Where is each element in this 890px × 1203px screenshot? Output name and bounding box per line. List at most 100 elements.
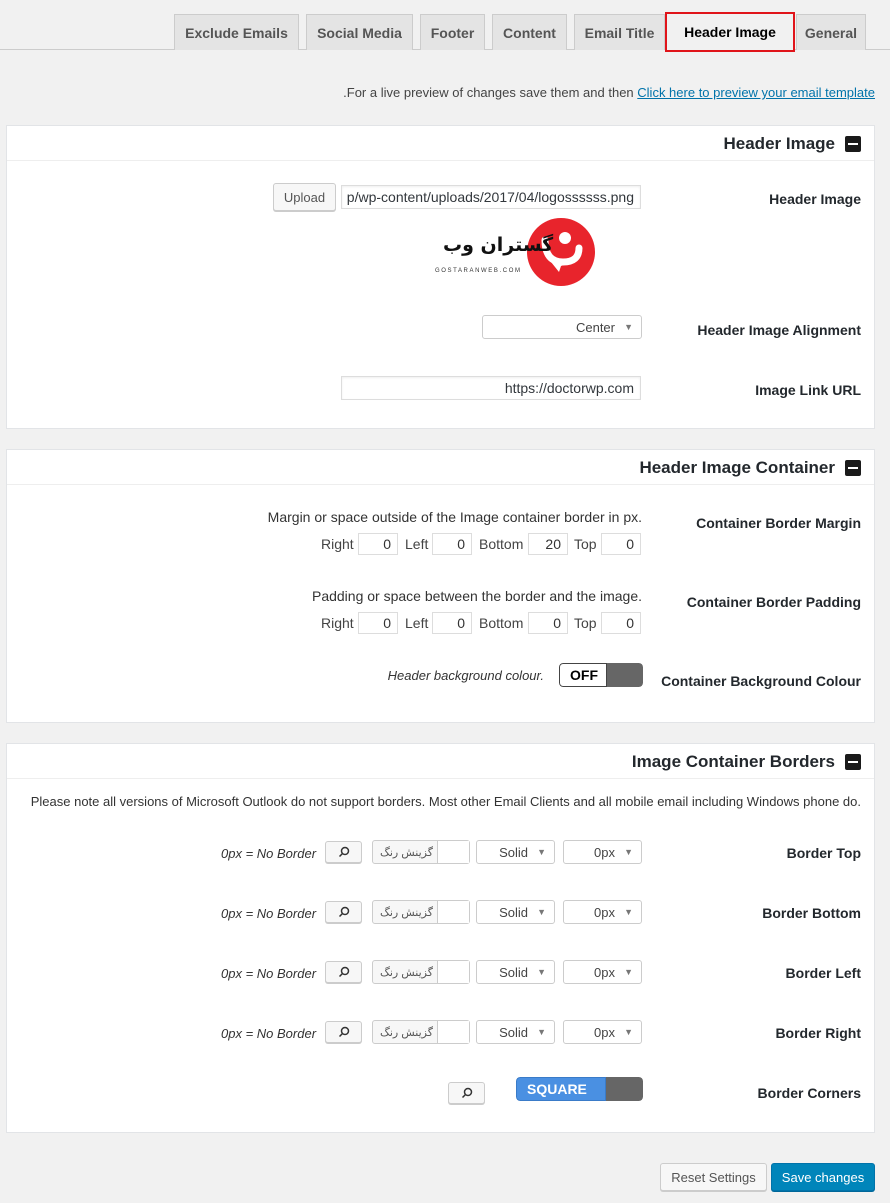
border-row-label: Border Left [785,965,861,981]
border-size-select[interactable]: 0px ▼ [563,1020,642,1044]
margin-desc-text: Margin or space outside of the Image con… [267,509,642,525]
margin-bottom-input[interactable]: 20 [528,533,568,555]
panel-title: Header Image Container [639,458,835,477]
tab-email-title[interactable]: Email Title [574,14,665,50]
search-icon[interactable] [325,1021,362,1043]
color-swatch-box [437,961,469,983]
border-size-select[interactable]: 0px ▼ [563,960,642,984]
settings-tabs: Exclude Emails Social Media Footer Conte… [0,12,890,52]
search-icon[interactable] [325,841,362,863]
padding-desc-text: Padding or space between the border and … [311,588,642,604]
border-row-label: Border Bottom [762,905,861,921]
padding-left-label: Left [405,615,429,631]
border-style-select[interactable]: Solid ▼ [476,900,555,924]
color-pick-label: گزینش رنگ [380,967,433,979]
panel-header: Header Image Container [7,450,874,485]
panel-header: Image Container Borders [7,744,874,779]
border-size-value: 0px [594,1024,615,1040]
tab-general[interactable]: General [796,14,866,50]
bg-colour-toggle[interactable]: OFF [559,663,643,687]
margin-right-input[interactable]: 0 [358,533,398,555]
border-style-value: Solid [499,964,528,980]
image-container-panel: Header Image Container Container Border … [6,449,875,723]
header-image-panel: Header Image Header Image Upload p/wp-co… [6,125,875,429]
chevron-down-icon: ▼ [537,1027,546,1037]
collapse-icon[interactable] [845,136,861,152]
border-style-select[interactable]: Solid ▼ [476,840,555,864]
logo-subtext: GOSTARANWEB.COM [435,268,522,274]
border-color-picker[interactable]: گزینش رنگ [372,840,470,864]
chevron-down-icon: ▼ [624,322,633,332]
tab-social-media[interactable]: Social Media [306,14,413,50]
border-color-picker[interactable]: گزینش رنگ [372,1020,470,1044]
bg-colour-label: Container Background Colour [661,673,861,689]
padding-left-input[interactable]: 0 [432,612,472,634]
border-style-select[interactable]: Solid ▼ [476,960,555,984]
margin-top-label: Top [574,536,597,552]
collapse-icon[interactable] [845,460,861,476]
color-pick-label: گزینش رنگ [380,847,433,859]
tab-exclude-emails[interactable]: Exclude Emails [174,14,299,50]
color-pick-label: گزینش رنگ [380,1027,433,1039]
image-url-value: p/wp-content/uploads/2017/04/logossssss.… [346,189,634,205]
chevron-down-icon: ▼ [624,847,633,857]
margin-description: Margin or space outside of the Image con… [268,509,642,525]
tab-header-image[interactable]: Header Image [665,12,795,52]
alignment-value: Center [575,319,615,335]
margin-right-label: Right [321,536,354,552]
collapse-icon[interactable] [845,754,861,770]
border-style-value: Solid [499,1024,528,1040]
search-icon[interactable] [325,901,362,923]
border-size-value: 0px [594,844,615,860]
toggle-label: SQUARE [516,1077,606,1101]
search-icon[interactable] [448,1082,485,1104]
image-url-field[interactable]: p/wp-content/uploads/2017/04/logossssss.… [341,185,641,209]
alignment-label: Header Image Alignment [697,322,861,338]
header-logo: گستران وب GOSTARANWEB.COM [425,214,597,290]
border-size-value: 0px [594,904,615,920]
link-url-field[interactable]: https://doctorwp.com [341,376,641,400]
chevron-down-icon: ▼ [537,907,546,917]
bg-desc-text: Header background colour. [387,668,544,683]
color-swatch-box [437,901,469,923]
reset-settings-button[interactable]: Reset Settings [660,1163,767,1191]
panel-header: Header Image [7,126,874,161]
border-row-label: Border Top [786,845,861,861]
padding-right-input[interactable]: 0 [358,612,398,634]
preview-link[interactable]: Click here to preview your email templat… [637,85,875,100]
border-size-select[interactable]: 0px ▼ [563,900,642,924]
border-size-select[interactable]: 0px ▼ [563,840,642,864]
padding-label: Container Border Padding [686,594,861,610]
upload-button[interactable]: Upload [273,183,336,211]
border-hint: 0px = No Border [221,1026,317,1041]
border-color-picker[interactable]: گزینش رنگ [372,900,470,924]
border-color-picker[interactable]: گزینش رنگ [372,960,470,984]
toggle-knob [607,663,643,687]
padding-top-input[interactable]: 0 [601,612,641,634]
padding-bottom-input[interactable]: 0 [528,612,568,634]
panel-title: Header Image [723,134,836,153]
notice-text: For a live preview of changes save them … [346,85,634,100]
container-borders-panel: Image Container Borders Please note all … [6,743,875,1133]
alignment-select[interactable]: Center ▼ [482,315,642,339]
tab-footer[interactable]: Footer [420,14,485,50]
border-style-select[interactable]: Solid ▼ [476,1020,555,1044]
chevron-down-icon: ▼ [624,907,633,917]
color-pick-label: گزینش رنگ [380,907,433,919]
search-icon[interactable] [325,961,362,983]
padding-description: Padding or space between the border and … [312,588,642,604]
borders-note-text: Please note all versions of Microsoft Ou… [30,794,861,809]
preview-notice: .For a live preview of changes save them… [343,85,875,100]
header-image-label: Header Image [769,191,861,207]
padding-top-label: Top [574,615,597,631]
border-hint: 0px = No Border [221,906,317,921]
border-corners-toggle[interactable]: SQUARE [516,1077,643,1101]
margin-left-input[interactable]: 0 [432,533,472,555]
panel-title: Image Container Borders [631,752,835,771]
chevron-down-icon: ▼ [537,967,546,977]
margin-top-input[interactable]: 0 [601,533,641,555]
tab-content[interactable]: Content [492,14,567,50]
link-url-label: Image Link URL [755,382,861,398]
save-changes-button[interactable]: Save changes [771,1163,875,1191]
logo-text: گستران وب [443,234,554,256]
